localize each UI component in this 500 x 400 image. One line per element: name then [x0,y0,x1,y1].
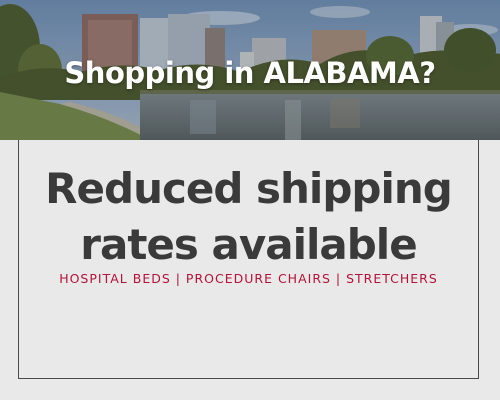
headline: Shopping in ALABAMA? [64,56,436,90]
products-line: HOSPITAL BEDS | PROCEDURE CHAIRS | STRET… [59,271,438,286]
main-message-line-1: Reduced shipping [45,164,453,213]
info-card: Reduced shipping rates available HOSPITA… [18,140,479,379]
promo-banner: Shopping in ALABAMA? Reduced shipping ra… [0,0,500,400]
city-skyline-photo: Shopping in ALABAMA? [0,0,500,140]
main-message-line-2: rates available [80,220,417,269]
